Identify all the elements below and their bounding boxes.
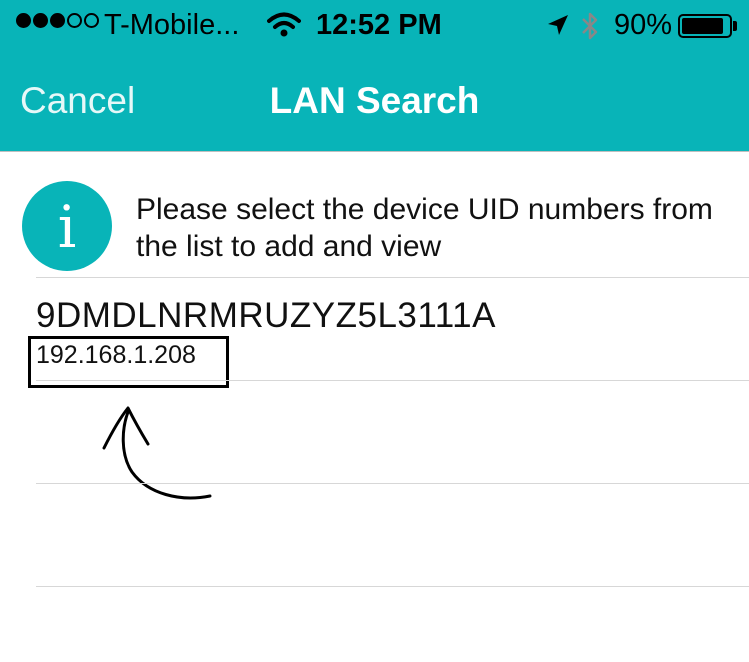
signal-dot-full bbox=[33, 13, 48, 28]
battery-icon bbox=[678, 14, 732, 38]
location-arrow-icon bbox=[546, 13, 570, 42]
signal-dot-full bbox=[50, 13, 65, 28]
status-bar: T-Mobile... 12:52 PM 90% bbox=[0, 0, 749, 52]
clock: 12:52 PM bbox=[316, 9, 442, 41]
app-header: T-Mobile... 12:52 PM 90% Cancel LAN Sear… bbox=[0, 0, 749, 152]
signal-dot-full bbox=[16, 13, 31, 28]
bluetooth-icon bbox=[580, 10, 600, 47]
divider bbox=[36, 586, 749, 587]
device-uid[interactable]: 9DMDLNRMRUZYZ5L3111A bbox=[36, 296, 496, 336]
wifi-icon bbox=[267, 11, 301, 44]
signal-strength-icon bbox=[16, 13, 99, 28]
list-item-empty bbox=[0, 381, 749, 483]
battery-fill bbox=[682, 18, 724, 34]
list-item-empty bbox=[0, 484, 749, 586]
carrier-name: T-Mobile... bbox=[104, 9, 240, 41]
battery-percentage: 90% bbox=[614, 9, 673, 41]
signal-dot-empty bbox=[67, 13, 82, 28]
page-title: LAN Search bbox=[269, 80, 480, 121]
info-message: Please select the device UID numbers fro… bbox=[136, 193, 713, 263]
battery-cap bbox=[733, 21, 737, 31]
signal-dot-empty bbox=[84, 13, 99, 28]
info-icon: i bbox=[22, 181, 112, 271]
svg-text:i: i bbox=[58, 193, 77, 261]
